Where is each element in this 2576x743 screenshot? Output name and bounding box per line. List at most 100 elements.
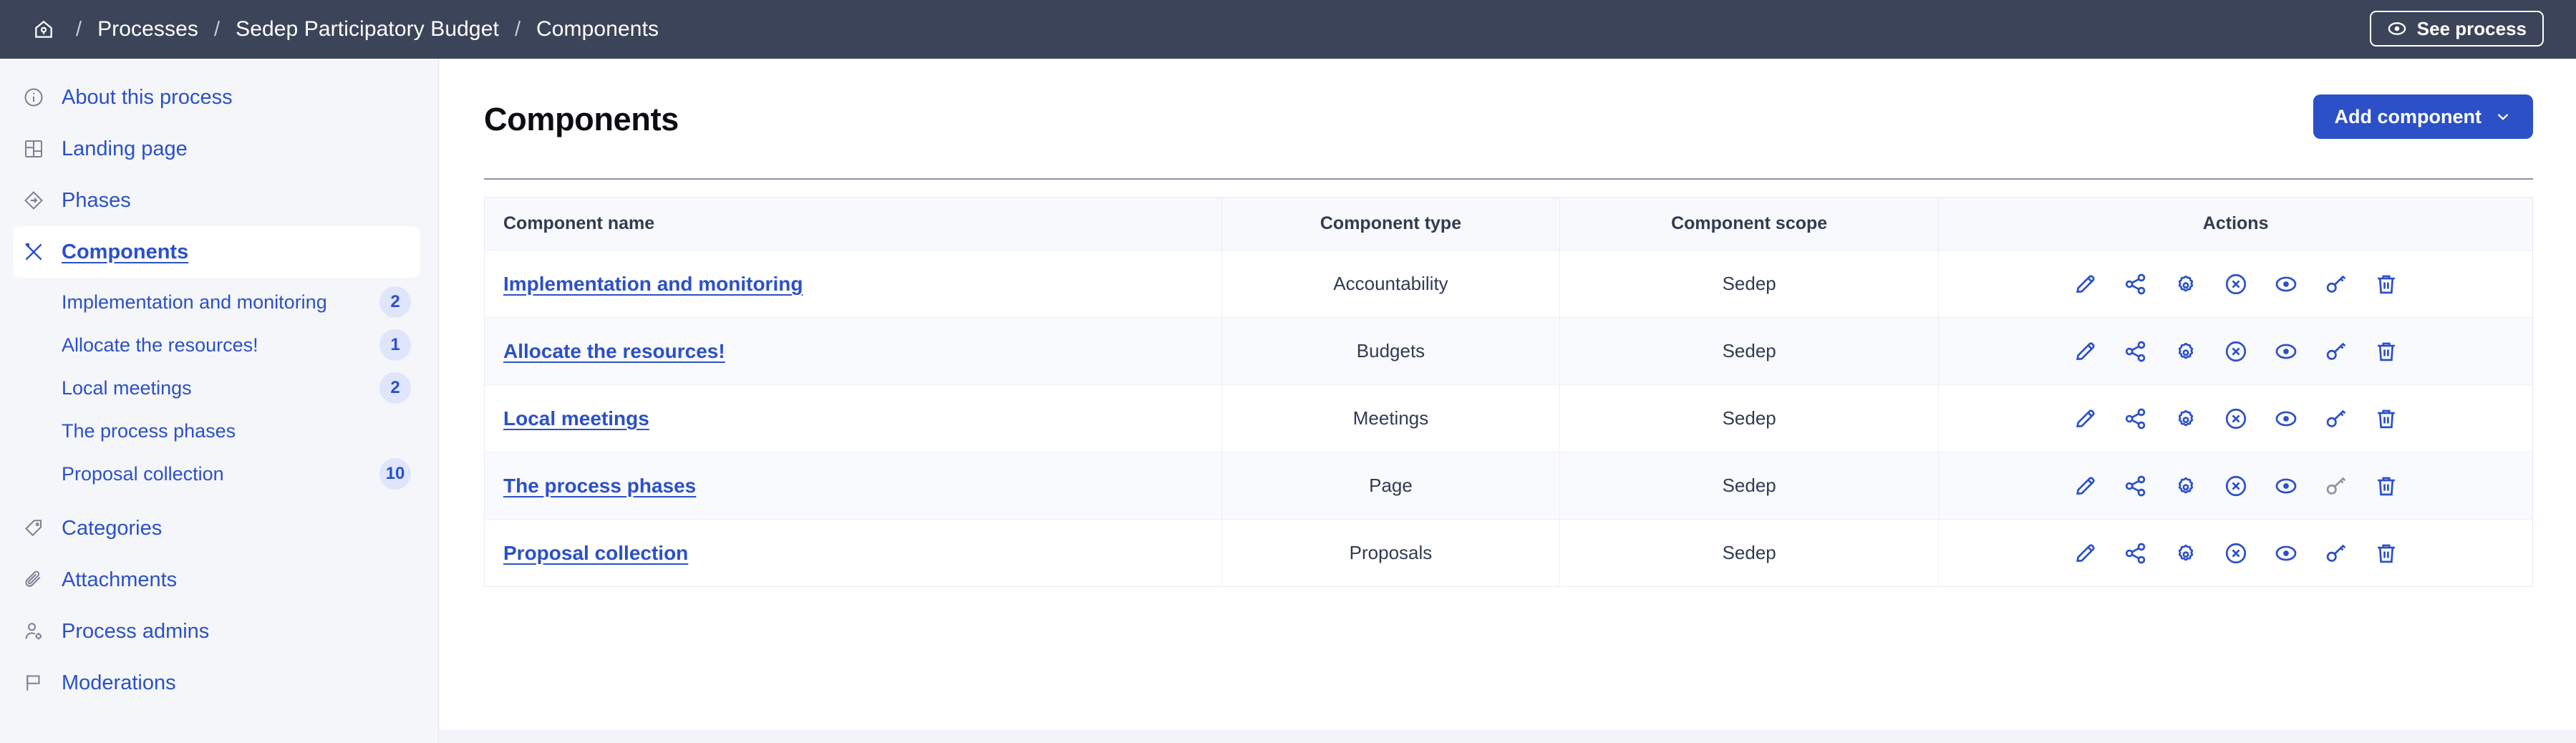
sidebar-subitem-count: 10	[379, 458, 411, 490]
column-header-component-type: Component type	[1221, 198, 1559, 251]
key-icon[interactable]	[2323, 338, 2350, 365]
cell-component-name: Allocate the resources!	[485, 318, 1222, 385]
gear-icon[interactable]	[2172, 472, 2199, 500]
share-icon[interactable]	[2122, 472, 2149, 500]
cell-component-name: Proposal collection	[485, 520, 1222, 587]
table-row: Implementation and monitoring Accountabi…	[485, 251, 2533, 318]
user-settings-icon	[21, 619, 46, 644]
cell-component-name: Local meetings	[485, 385, 1222, 452]
chevron-down-icon	[2494, 108, 2512, 125]
share-icon[interactable]	[2122, 271, 2149, 298]
add-component-button[interactable]: Add component	[2313, 94, 2533, 139]
sidebar-item-components[interactable]: Components	[13, 226, 420, 278]
component-link-the-process-phases[interactable]: The process phases	[503, 475, 696, 497]
share-icon[interactable]	[2122, 540, 2149, 567]
sidebar-item-process-admins[interactable]: Process admins	[0, 606, 438, 657]
home-icon[interactable]	[27, 13, 60, 46]
circle-x-icon[interactable]	[2222, 405, 2250, 432]
gear-icon[interactable]	[2172, 338, 2199, 365]
gear-icon[interactable]	[2172, 405, 2199, 432]
gear-icon[interactable]	[2172, 540, 2199, 567]
components-table: Component name Component type Component …	[484, 197, 2533, 587]
pencil-icon[interactable]	[2072, 271, 2099, 298]
key-icon[interactable]	[2323, 271, 2350, 298]
tag-icon	[21, 516, 46, 540]
key-icon	[2323, 472, 2350, 500]
tools-icon	[21, 240, 46, 264]
share-icon[interactable]	[2122, 405, 2149, 432]
column-header-component-scope: Component scope	[1560, 198, 1939, 251]
sidebar-subitem-local-meetings[interactable]: Local meetings 2	[0, 366, 438, 409]
sidebar-item-label: Phases	[62, 189, 131, 213]
row-actions	[1940, 405, 2532, 432]
components-table-wrap: Component name Component type Component …	[440, 180, 2576, 587]
see-process-label: See process	[2417, 18, 2527, 40]
row-actions	[1940, 338, 2532, 365]
sidebar-subitem-the-process-phases[interactable]: The process phases	[0, 409, 438, 452]
sidebar-item-label: Components	[62, 241, 188, 264]
trash-icon[interactable]	[2373, 271, 2400, 298]
sidebar-subitem-implementation-and-monitoring[interactable]: Implementation and monitoring 2	[0, 281, 438, 324]
page-header: Components Add component	[440, 59, 2576, 157]
pencil-icon[interactable]	[2072, 472, 2099, 500]
sidebar-item-phases[interactable]: Phases	[0, 175, 438, 226]
key-icon[interactable]	[2323, 540, 2350, 567]
sidebar-subitem-label: Implementation and monitoring	[62, 291, 327, 314]
column-header-component-name: Component name	[485, 198, 1222, 251]
cell-actions	[1939, 385, 2533, 452]
top-bar: / Processes / Sedep Participatory Budget…	[0, 0, 2576, 59]
eye-icon[interactable]	[2272, 405, 2300, 432]
layout-grid-icon	[21, 137, 46, 161]
eye-icon[interactable]	[2272, 472, 2300, 500]
pencil-icon[interactable]	[2072, 338, 2099, 365]
component-link-local-meetings[interactable]: Local meetings	[503, 407, 649, 429]
component-link-proposal-collection[interactable]: Proposal collection	[503, 542, 688, 564]
circle-x-icon[interactable]	[2222, 271, 2250, 298]
trash-icon[interactable]	[2373, 405, 2400, 432]
sidebar-subitem-label: Local meetings	[62, 377, 192, 399]
sidebar-subitem-count: 2	[379, 372, 411, 404]
sidebar-subitem-allocate-the-resources[interactable]: Allocate the resources! 1	[0, 324, 438, 366]
breadcrumb-sedep-participatory-budget[interactable]: Sedep Participatory Budget	[236, 17, 499, 42]
cell-component-type: Budgets	[1221, 318, 1559, 385]
eye-icon[interactable]	[2272, 540, 2300, 567]
paperclip-icon	[21, 568, 46, 592]
sidebar-item-landing-page[interactable]: Landing page	[0, 123, 438, 175]
sidebar-item-label: Process admins	[62, 620, 209, 644]
eye-icon[interactable]	[2272, 338, 2300, 365]
breadcrumb-processes[interactable]: Processes	[97, 17, 198, 42]
pencil-icon[interactable]	[2072, 540, 2099, 567]
sidebar-subitem-count: 1	[379, 329, 411, 361]
sidebar-item-moderations[interactable]: Moderations	[0, 657, 438, 709]
see-process-button[interactable]: See process	[2370, 11, 2544, 47]
cell-component-scope: Sedep	[1560, 452, 1939, 520]
sidebar-item-about-this-process[interactable]: About this process	[0, 72, 438, 123]
row-actions	[1940, 472, 2532, 500]
key-icon[interactable]	[2323, 405, 2350, 432]
cell-component-type: Meetings	[1221, 385, 1559, 452]
breadcrumb-components[interactable]: Components	[536, 17, 659, 42]
sidebar-subitem-proposal-collection[interactable]: Proposal collection 10	[0, 452, 438, 495]
breadcrumb-separator-2: /	[198, 18, 236, 42]
sidebar-item-categories[interactable]: Categories	[0, 502, 438, 554]
trash-icon[interactable]	[2373, 338, 2400, 365]
trash-icon[interactable]	[2373, 472, 2400, 500]
cell-component-type: Page	[1221, 452, 1559, 520]
pencil-icon[interactable]	[2072, 405, 2099, 432]
component-link-implementation-and-monitoring[interactable]: Implementation and monitoring	[503, 273, 803, 295]
eye-icon[interactable]	[2272, 271, 2300, 298]
circle-x-icon[interactable]	[2222, 338, 2250, 365]
share-icon[interactable]	[2122, 338, 2149, 365]
cell-actions	[1939, 452, 2533, 520]
sidebar-item-attachments[interactable]: Attachments	[0, 554, 438, 606]
cell-component-type: Accountability	[1221, 251, 1559, 318]
table-header-row: Component name Component type Component …	[485, 198, 2533, 251]
cell-component-scope: Sedep	[1560, 520, 1939, 587]
trash-icon[interactable]	[2373, 540, 2400, 567]
cell-actions	[1939, 318, 2533, 385]
circle-x-icon[interactable]	[2222, 472, 2250, 500]
gear-icon[interactable]	[2172, 271, 2199, 298]
component-link-allocate-the-resources[interactable]: Allocate the resources!	[503, 340, 725, 362]
circle-x-icon[interactable]	[2222, 540, 2250, 567]
sidebar-item-label: About this process	[62, 86, 233, 110]
